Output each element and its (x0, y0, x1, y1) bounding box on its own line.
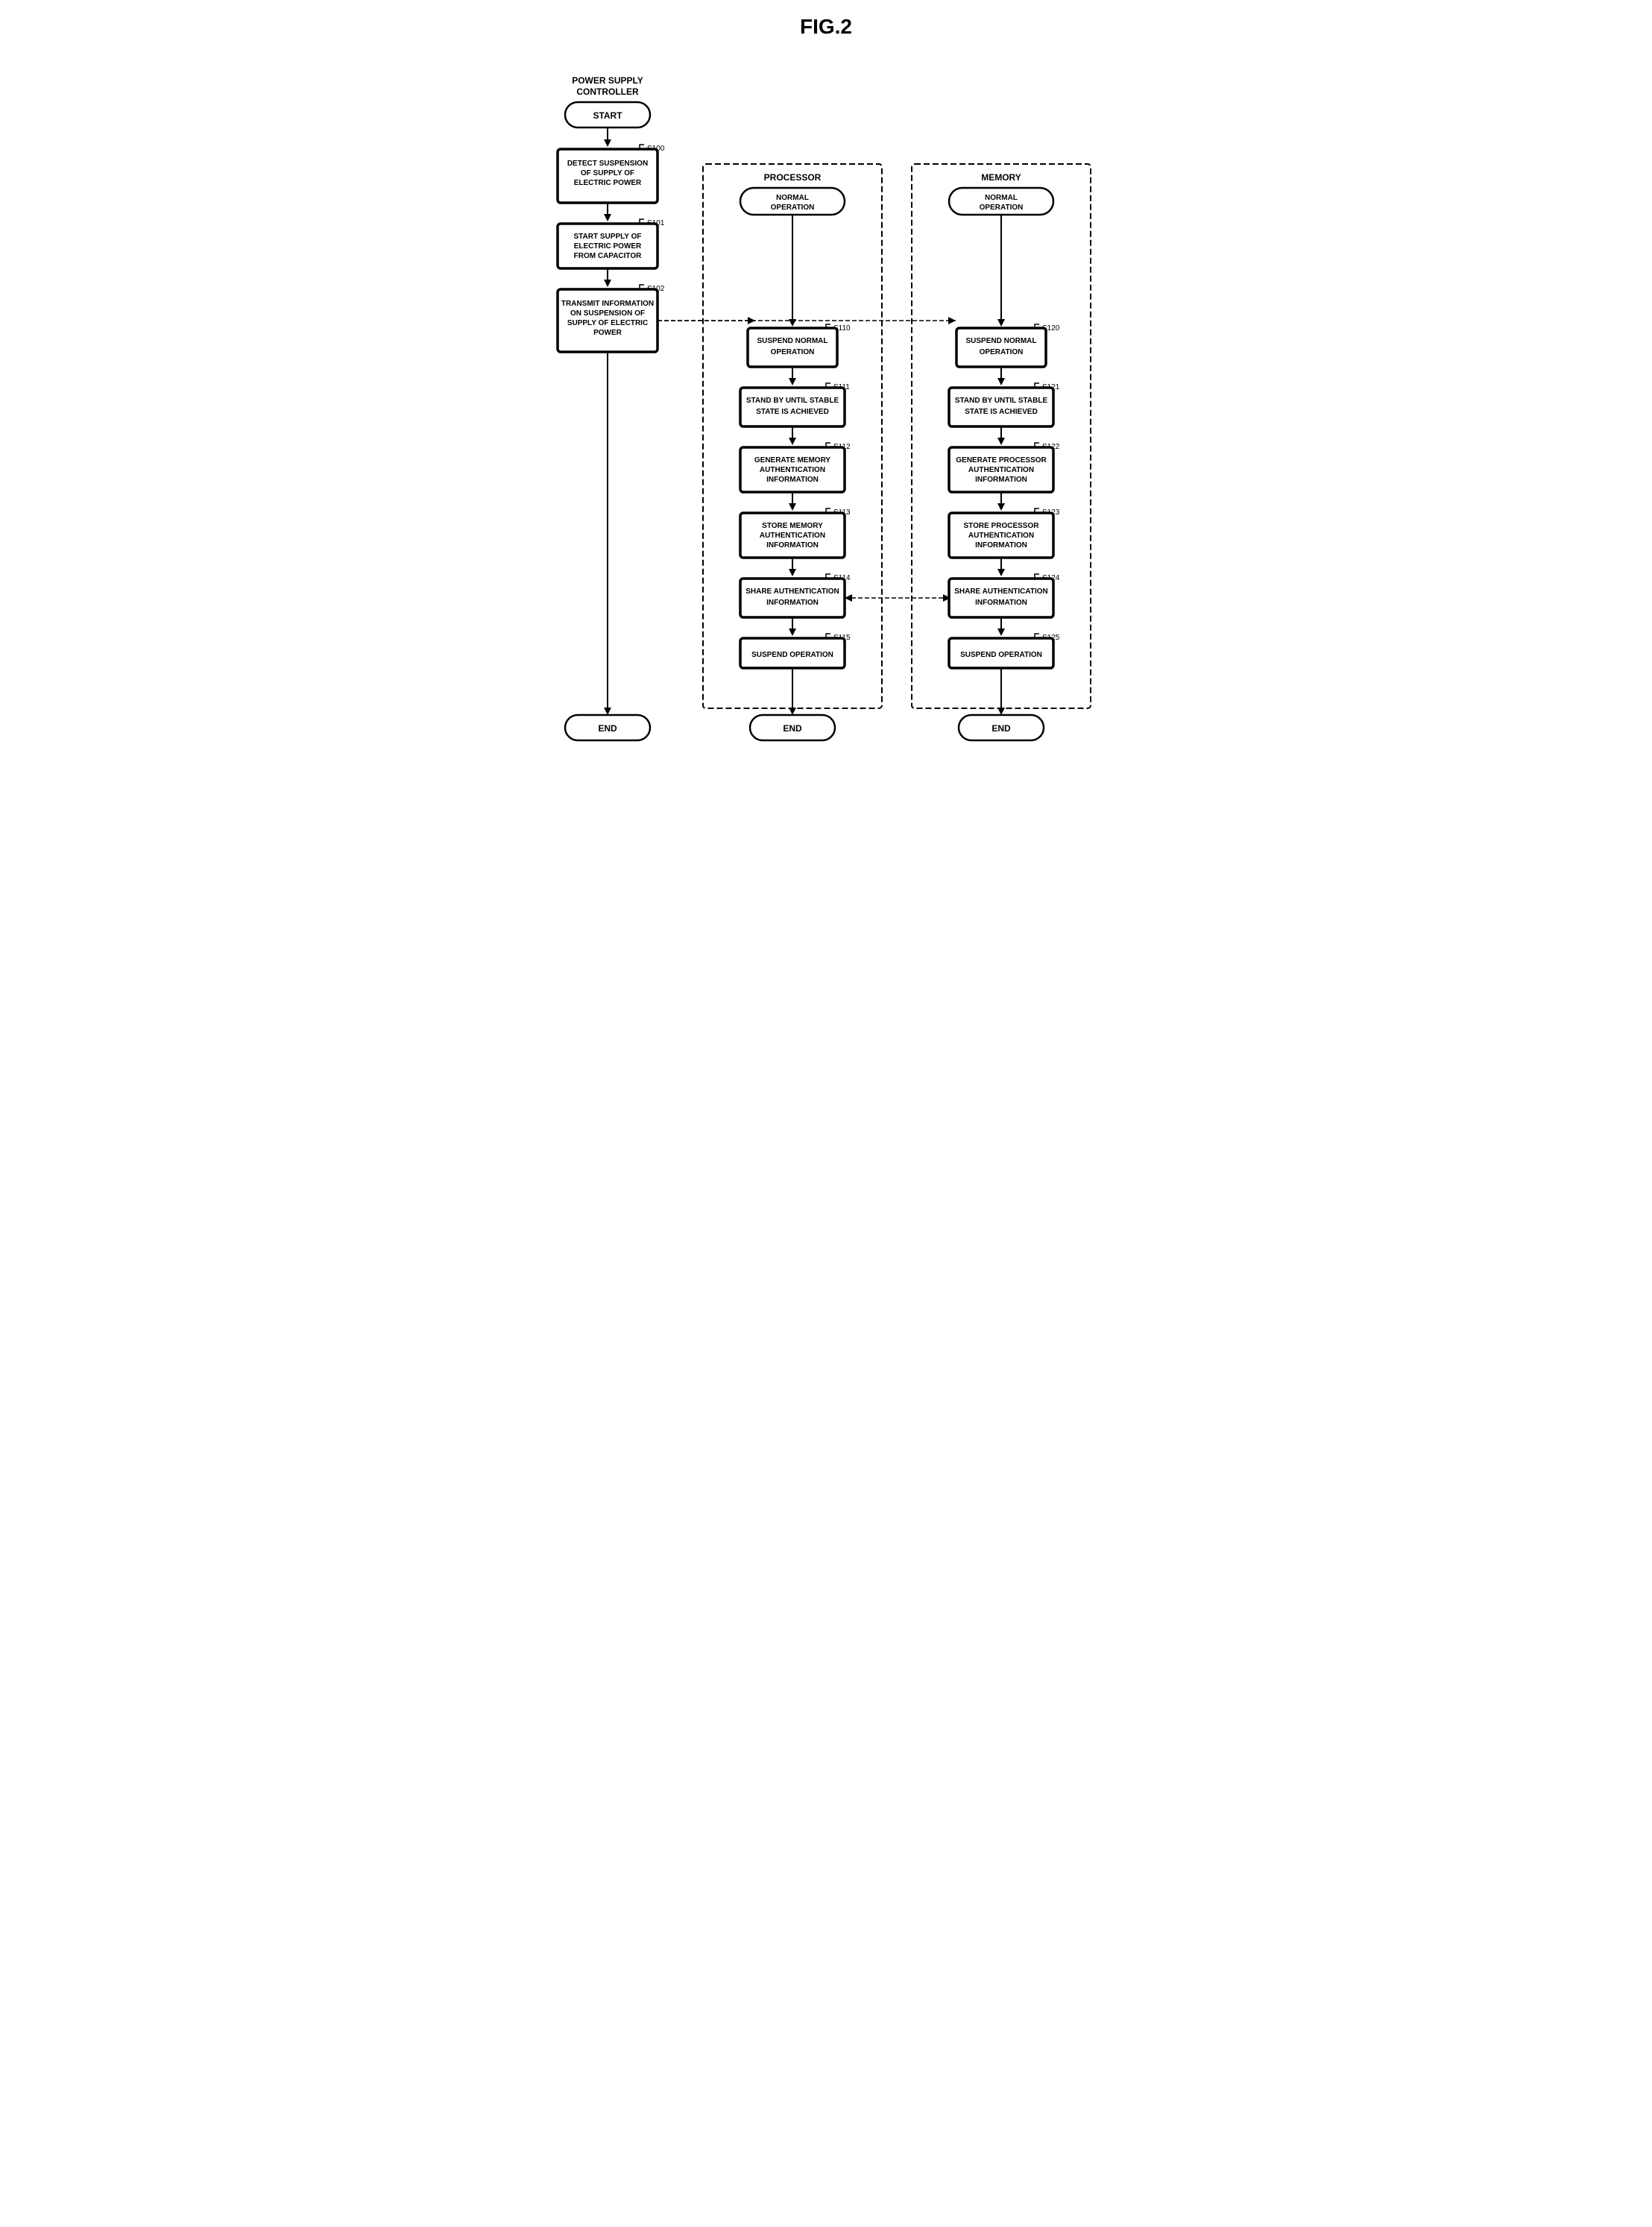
s110-text1: SUSPEND NORMAL (757, 337, 827, 345)
arrowhead-s111 (789, 378, 796, 385)
arrowhead-mem-s120 (997, 319, 1005, 327)
s125-text: SUSPEND OPERATION (960, 651, 1042, 659)
s114-text1: SHARE AUTHENTICATION (745, 588, 839, 596)
arrowhead-s123 (997, 503, 1005, 511)
s123-text3: INFORMATION (975, 541, 1027, 549)
s100-text3: ELECTRIC POWER (574, 179, 642, 187)
s112-text3: INFORMATION (766, 476, 819, 484)
s122-text2: AUTHENTICATION (968, 466, 1034, 474)
arrowhead-end (604, 708, 611, 715)
s110-text2: OPERATION (771, 348, 815, 356)
s113-text1: STORE MEMORY (762, 522, 823, 530)
memory-header: MEMORY (981, 172, 1021, 183)
left-col-header: POWER SUPPLY (572, 75, 643, 86)
s100-text2: OF SUPPLY OF (581, 169, 634, 177)
s120-box (956, 328, 1046, 367)
arrowhead-s113 (789, 503, 796, 511)
processor-header: PROCESSOR (764, 172, 822, 183)
proc-normal-text2: OPERATION (771, 204, 815, 212)
s102-text3: SUPPLY OF ELECTRIC (567, 319, 648, 327)
s111-text1: STAND BY UNTIL STABLE (746, 397, 839, 405)
end-label-mem: END (991, 723, 1011, 734)
figure-title: FIG.2 (550, 15, 1102, 39)
s113-text2: AUTHENTICATION (760, 532, 825, 540)
arrowhead-mem-end (997, 708, 1005, 715)
s124-text2: INFORMATION (975, 599, 1027, 607)
s110-box (748, 328, 837, 367)
arrowhead-s114 (789, 569, 796, 576)
s115-text: SUSPEND OPERATION (751, 651, 833, 659)
end-label-left: END (598, 723, 617, 734)
s102-text2: ON SUSPENSION OF (570, 309, 645, 318)
s124-text1: SHARE AUTHENTICATION (954, 588, 1048, 596)
s102-text1: TRANSMIT INFORMATION (561, 300, 654, 308)
proc-normal-text1: NORMAL (776, 194, 809, 202)
arrowhead-2 (604, 214, 611, 221)
s121-text1: STAND BY UNTIL STABLE (955, 397, 1048, 405)
s101-text3: FROM CAPACITOR (574, 252, 643, 260)
s102-text4: POWER (593, 329, 622, 337)
s122-text1: GENERATE PROCESSOR (956, 456, 1047, 464)
mem-normal-text1: NORMAL (985, 194, 1018, 202)
s114-text2: INFORMATION (766, 599, 819, 607)
end-label-proc: END (783, 723, 802, 734)
s123-text2: AUTHENTICATION (968, 532, 1034, 540)
s120-text1: SUSPEND NORMAL (965, 337, 1036, 345)
start-label: START (593, 110, 622, 121)
s122-text3: INFORMATION (975, 476, 1027, 484)
s101-text2: ELECTRIC POWER (574, 242, 642, 251)
s124-box (949, 579, 1053, 617)
arrowhead-proc-end (789, 708, 796, 715)
s120-text2: OPERATION (980, 348, 1024, 356)
arrowhead-3 (604, 280, 611, 287)
s123-text1: STORE PROCESSOR (964, 522, 1040, 530)
s111-text2: STATE IS ACHIEVED (756, 408, 829, 416)
s121-text2: STATE IS ACHIEVED (965, 408, 1038, 416)
s112-text1: GENERATE MEMORY (754, 456, 831, 464)
s114-box (740, 579, 845, 617)
s111-box (740, 388, 845, 426)
s121-box (949, 388, 1053, 426)
s100-text1: DETECT SUSPENSION (567, 160, 648, 168)
left-col-header2: CONTROLLER (576, 86, 639, 97)
s113-text3: INFORMATION (766, 541, 819, 549)
arrowhead-s121 (997, 378, 1005, 385)
arrowhead-s112 (789, 438, 796, 445)
arrowhead-dashed3 (948, 317, 956, 324)
arrowhead-s124 (997, 569, 1005, 576)
mem-normal-text2: OPERATION (980, 204, 1024, 212)
arrowhead-s125 (997, 629, 1005, 636)
arrowhead-1 (604, 139, 611, 147)
s101-text1: START SUPPLY OF (574, 233, 642, 241)
s112-text2: AUTHENTICATION (760, 466, 825, 474)
arrowhead-s122 (997, 438, 1005, 445)
arrowhead-s115 (789, 629, 796, 636)
